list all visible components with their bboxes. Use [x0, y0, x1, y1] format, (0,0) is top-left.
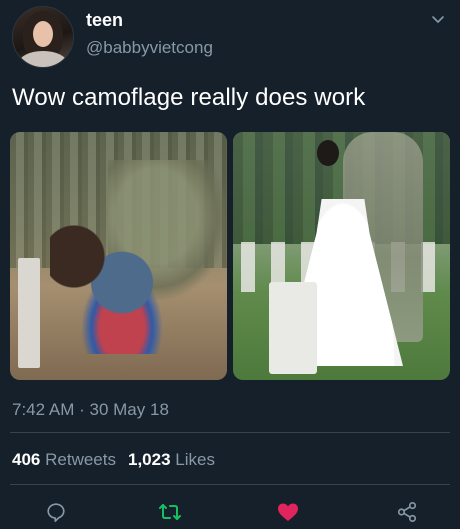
- tweet-text: Wow camoflage really does work: [12, 84, 366, 111]
- share-icon: [397, 502, 417, 522]
- photo-left-kneeling-girl: [50, 224, 170, 354]
- retweet-icon: [159, 504, 181, 520]
- photo-right-head: [317, 140, 339, 166]
- user-handle[interactable]: @babbyvietcong: [86, 38, 213, 58]
- timestamp-separator: ·: [79, 400, 85, 419]
- photo-right-headstone: [269, 282, 317, 374]
- photo-left[interactable]: [10, 132, 227, 380]
- retweet-button[interactable]: [158, 500, 182, 524]
- retweets-stat[interactable]: 406 Retweets: [12, 450, 116, 469]
- divider: [10, 432, 450, 433]
- avatar-shoulders: [19, 51, 67, 67]
- heart-icon: [278, 503, 298, 521]
- likes-label: Likes: [175, 450, 215, 469]
- tweet-date: 30 May 18: [89, 400, 169, 419]
- tweet-stats: 406 Retweets 1,023 Likes: [12, 450, 215, 470]
- photo-left-gravestone: [18, 258, 40, 368]
- photo-right[interactable]: [233, 132, 450, 380]
- reply-button[interactable]: [44, 500, 68, 524]
- display-name[interactable]: teen: [86, 10, 123, 31]
- avatar[interactable]: [12, 6, 74, 68]
- retweets-count: 406: [12, 450, 41, 469]
- share-button[interactable]: [395, 500, 419, 524]
- likes-count: 1,023: [127, 450, 171, 469]
- chevron-down-icon[interactable]: [430, 12, 446, 28]
- reply-icon: [47, 503, 65, 522]
- avatar-face: [33, 21, 53, 47]
- divider: [10, 484, 450, 485]
- tweet-time: 7:42 AM: [12, 400, 75, 419]
- tweet-media[interactable]: [10, 132, 450, 380]
- like-button[interactable]: [276, 500, 300, 524]
- timestamp[interactable]: 7:42 AM · 30 May 18: [12, 400, 169, 420]
- retweets-label: Retweets: [45, 450, 116, 469]
- likes-stat[interactable]: 1,023 Likes: [128, 450, 215, 469]
